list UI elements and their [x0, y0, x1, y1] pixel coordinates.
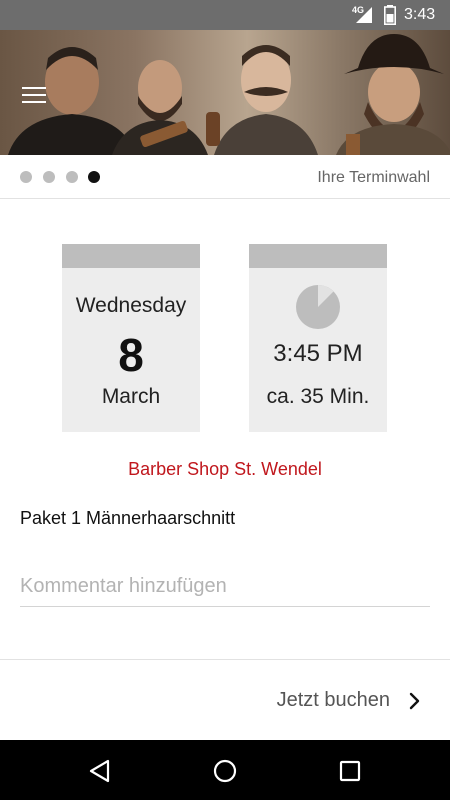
hero-banner: [0, 30, 450, 155]
back-icon[interactable]: [86, 757, 114, 785]
signal-icon: [356, 7, 372, 23]
step-title: Ihre Terminwahl: [317, 169, 430, 186]
chevron-right-icon: [409, 692, 420, 710]
battery-icon: [384, 5, 396, 25]
step-indicator: Ihre Terminwahl: [0, 155, 450, 199]
recent-apps-icon[interactable]: [336, 757, 364, 785]
book-now-label: Jetzt buchen: [276, 689, 390, 711]
appointment-duration: ca. 35 Min.: [266, 385, 370, 408]
date-card[interactable]: Wednesday 8 March: [62, 244, 200, 432]
step-dot-1: [20, 171, 32, 183]
step-dot-4-active: [88, 171, 100, 183]
navigation-bar: [0, 740, 450, 800]
hamburger-menu-icon: [22, 87, 46, 89]
date-card-header: [62, 244, 200, 268]
comment-input[interactable]: [20, 566, 430, 607]
step-dot-3: [66, 171, 78, 183]
menu-button[interactable]: [22, 85, 48, 105]
service-package: Paket 1 Männerhaarschnitt: [20, 508, 236, 528]
divider: [0, 659, 450, 660]
step-dot-2: [43, 171, 55, 183]
home-icon[interactable]: [211, 757, 239, 785]
shop-name: Barber Shop St. Wendel: [128, 459, 322, 479]
month: March: [101, 385, 161, 408]
weekday: Wednesday: [75, 294, 187, 317]
time-card[interactable]: 3:45 PM ca. 35 Min.: [249, 244, 387, 432]
day-number: 8: [118, 329, 144, 381]
status-time: 3:43: [404, 6, 436, 23]
time-card-header: [249, 244, 387, 268]
clock-icon: [296, 284, 340, 329]
barbers-photo: [8, 34, 450, 155]
status-bar: 4G 3:43: [0, 0, 450, 30]
book-now-button[interactable]: Jetzt buchen: [240, 680, 440, 722]
appointment-time: 3:45 PM: [273, 340, 363, 367]
